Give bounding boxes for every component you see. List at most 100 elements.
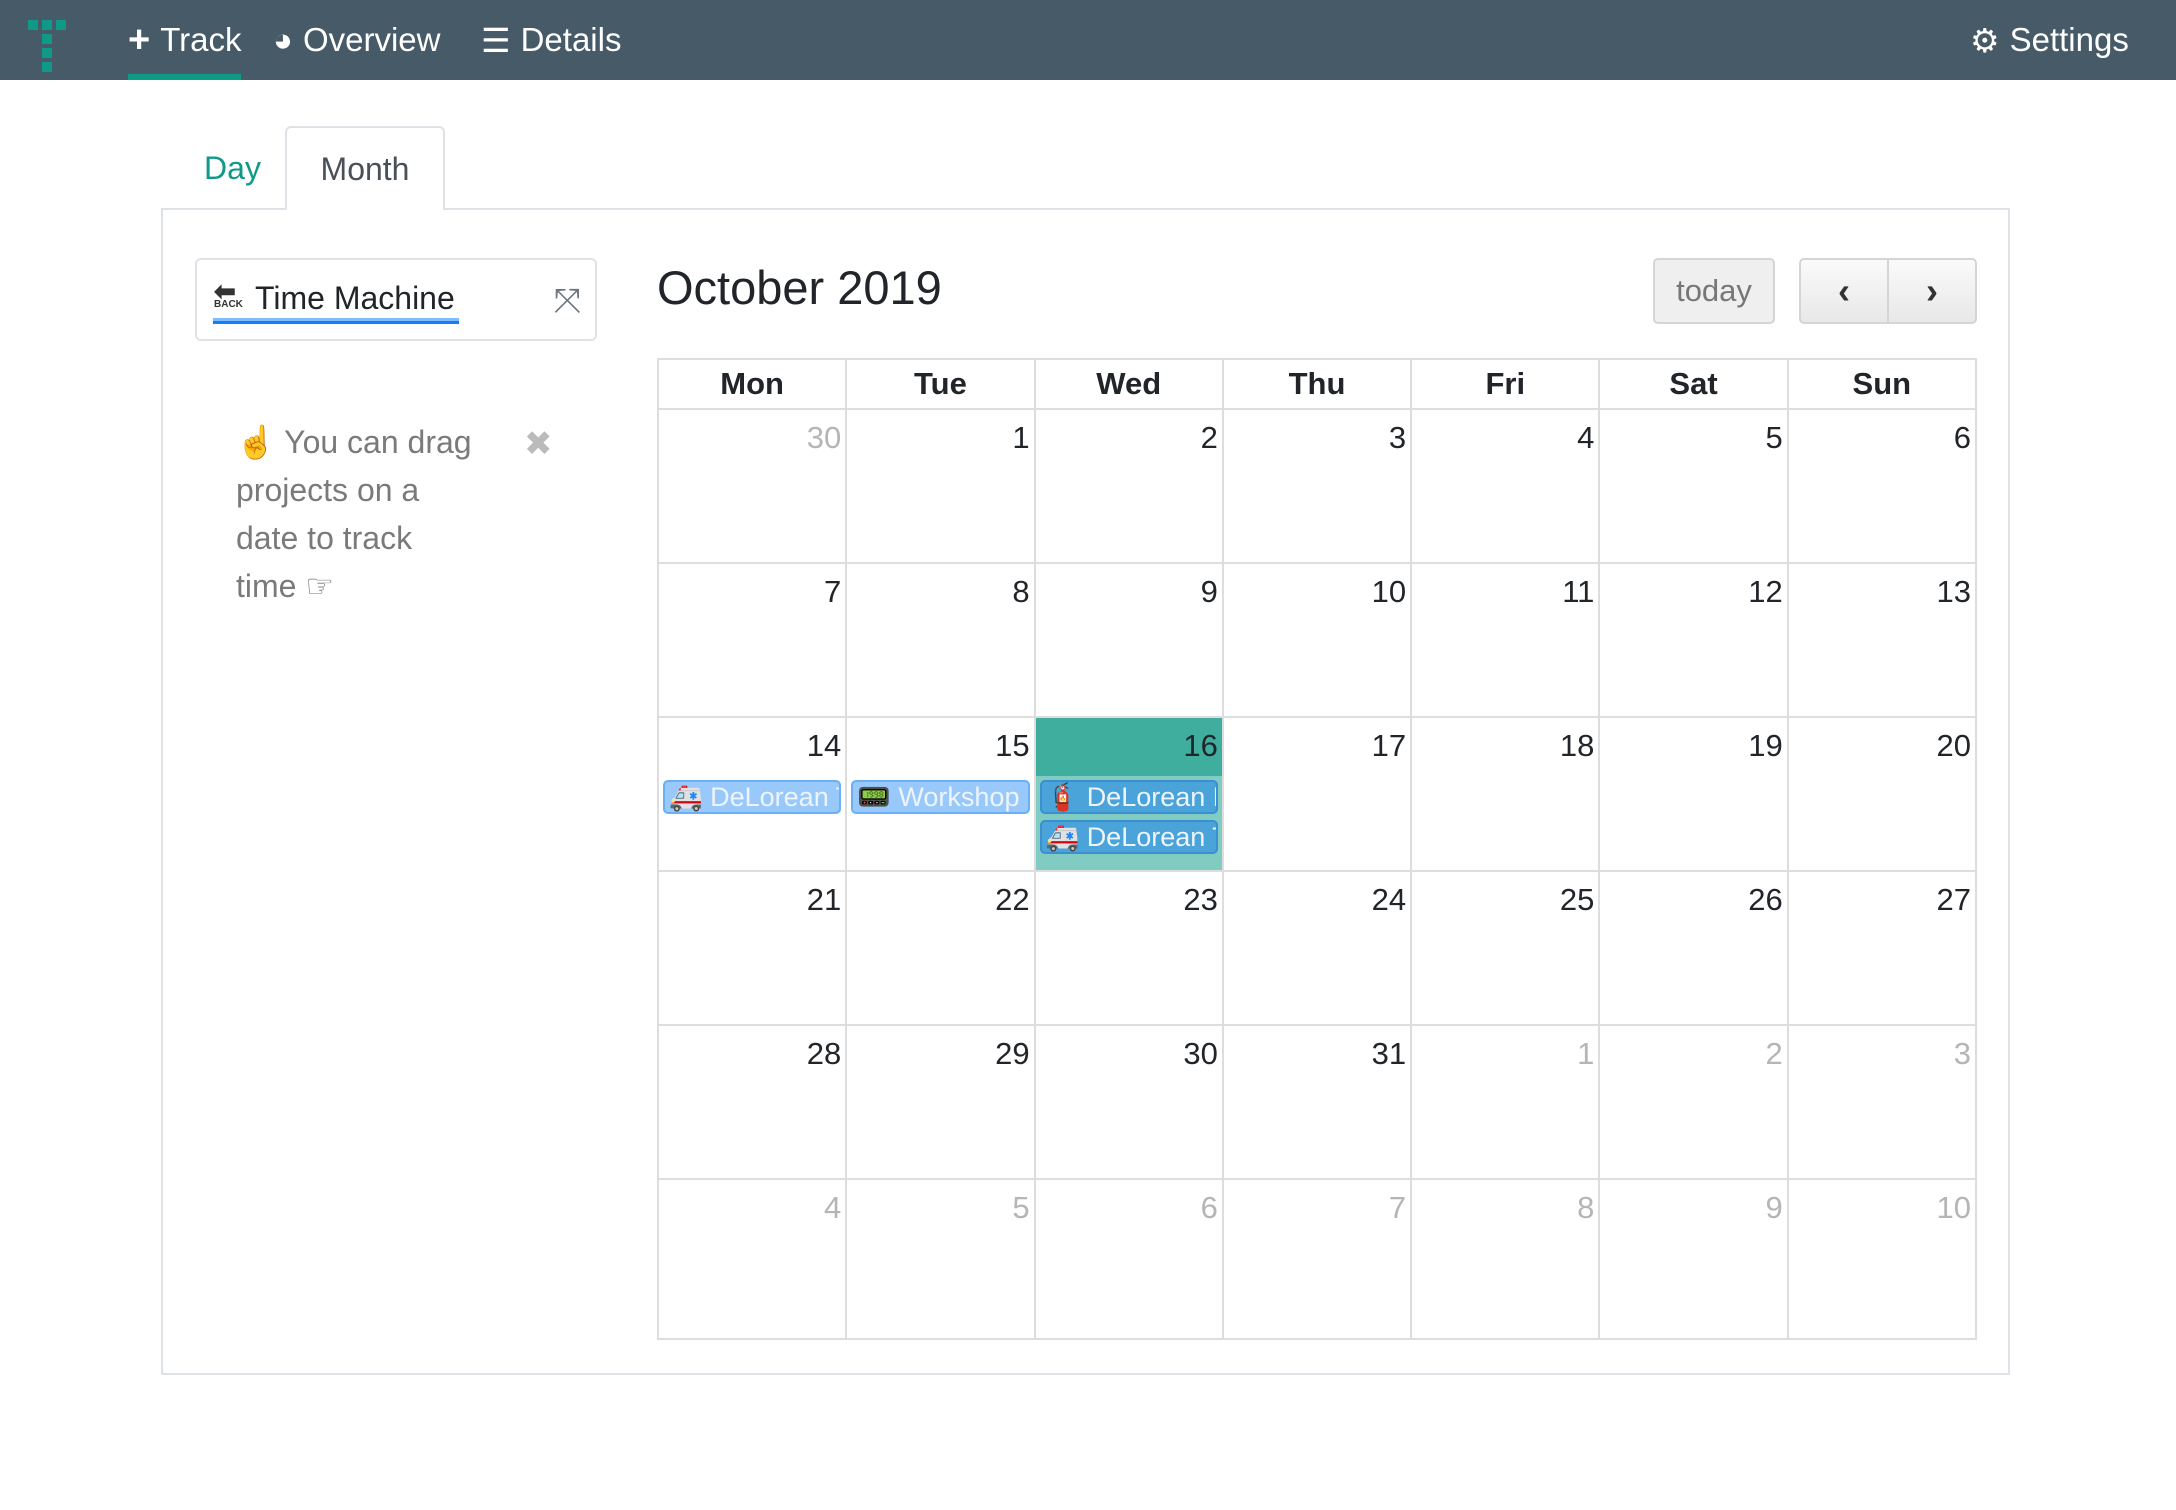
day-number: 10 [1371, 574, 1407, 609]
nav-settings[interactable]: ⚙ Settings [1970, 0, 2129, 80]
chevron-left-icon: ‹ [1838, 270, 1850, 311]
day-number: 30 [806, 420, 842, 455]
day-cell-today[interactable]: 16 🧯 DeLorean M 🚑 DeLorean T [1033, 718, 1222, 870]
day-cell[interactable]: 30 [659, 410, 845, 562]
weekday-sat: Sat [1598, 360, 1786, 408]
tab-day[interactable]: Day [180, 126, 285, 210]
day-cell[interactable]: 15 📟 Workshop 1 [845, 718, 1033, 870]
hand-right-icon: ☞ [305, 568, 335, 604]
week-row: 21 22 23 24 25 26 27 [659, 872, 1975, 1026]
day-number: 21 [806, 882, 842, 917]
project-selector[interactable]: ⬅ BACK Time Machine ⤧ [195, 258, 597, 341]
day-cell[interactable]: 11 [1410, 564, 1598, 716]
day-cell[interactable]: 29 [845, 1026, 1033, 1178]
day-number: 30 [1183, 1036, 1218, 1071]
weekday-sun: Sun [1786, 360, 1975, 408]
event-title: Workshop 1 [898, 782, 1030, 812]
nav-track-label: Track [160, 21, 242, 58]
back-icon[interactable]: ⬅ BACK [214, 278, 246, 310]
day-cell[interactable]: 4 [659, 1180, 845, 1340]
day-number: 26 [1748, 882, 1783, 917]
weekday-wed: Wed [1033, 360, 1222, 408]
weekday-thu: Thu [1221, 360, 1410, 408]
day-cell[interactable]: 30 [1033, 1026, 1222, 1178]
day-cell[interactable]: 20 [1786, 718, 1975, 870]
day-cell[interactable]: 25 [1410, 872, 1598, 1024]
day-cell[interactable]: 5 [845, 1180, 1033, 1340]
day-number: 2 [1200, 420, 1218, 455]
day-cell[interactable]: 8 [845, 564, 1033, 716]
nav-overview[interactable]: ◕ Overview [273, 0, 440, 80]
day-cell[interactable]: 31 [1221, 1026, 1410, 1178]
nav-details[interactable]: ☰ Details [481, 0, 621, 80]
day-number: 19 [1748, 728, 1783, 763]
day-cell[interactable]: 5 [1598, 410, 1786, 562]
nav-settings-label: Settings [2009, 21, 2129, 58]
event-chip[interactable]: 📟 Workshop 1 [851, 780, 1030, 814]
day-cell[interactable]: 12 [1598, 564, 1786, 716]
prev-month-button[interactable]: ‹ [1799, 258, 1889, 324]
day-cell[interactable]: 24 [1221, 872, 1410, 1024]
day-number: 22 [995, 882, 1030, 917]
day-cell[interactable]: 3 [1221, 410, 1410, 562]
day-cell[interactable]: 10 [1221, 564, 1410, 716]
day-cell[interactable]: 27 [1786, 872, 1975, 1024]
project-emoji-icon: 🧯 [1045, 782, 1087, 812]
day-number: 24 [1371, 882, 1407, 917]
weekday-header: Mon Tue Wed Thu Fri Sat Sun [659, 360, 1975, 410]
tab-month[interactable]: Month [285, 126, 445, 210]
day-cell[interactable]: 4 [1410, 410, 1598, 562]
day-cell[interactable]: 22 [845, 872, 1033, 1024]
week-row: 14 🚑 DeLorean T 15 📟 Workshop 1 16 🧯 DeLorean… [659, 718, 1975, 872]
day-cell[interactable]: 17 [1221, 718, 1410, 870]
day-cell[interactable]: 9 [1033, 564, 1222, 716]
app-logo[interactable] [28, 20, 84, 72]
event-title: DeLorean T [1086, 822, 1218, 852]
day-cell[interactable]: 9 [1598, 1180, 1786, 1340]
weekday-mon: Mon [720, 366, 784, 401]
event-list: 🧯 DeLorean M 🚑 DeLorean T [1039, 780, 1218, 854]
day-cell[interactable]: 1 [1410, 1026, 1598, 1178]
day-cell[interactable]: 6 [1786, 410, 1975, 562]
day-cell[interactable]: 21 [659, 872, 845, 1024]
day-cell[interactable]: 10 [1786, 1180, 1975, 1340]
event-chip[interactable]: 🚑 DeLorean T [1039, 820, 1218, 854]
event-chip[interactable]: 🚑 DeLorean T [663, 780, 842, 814]
today-button[interactable]: today [1653, 258, 1775, 324]
day-cell[interactable]: 8 [1410, 1180, 1598, 1340]
day-number: 29 [995, 1036, 1030, 1071]
expand-icon[interactable]: ⤧ [554, 282, 581, 321]
day-cell[interactable]: 2 [1598, 1026, 1786, 1178]
day-cell[interactable]: 14 🚑 DeLorean T [659, 718, 845, 870]
week-row: 7 8 9 10 11 12 13 [659, 564, 1975, 718]
day-cell[interactable]: 3 [1786, 1026, 1975, 1178]
day-cell[interactable]: 13 [1786, 564, 1975, 716]
day-number: 27 [1936, 882, 1971, 917]
day-number: 23 [1183, 882, 1218, 917]
day-cell[interactable]: 6 [1033, 1180, 1222, 1340]
day-number: 15 [995, 728, 1030, 763]
day-cell[interactable]: 26 [1598, 872, 1786, 1024]
next-month-button[interactable]: › [1887, 258, 1977, 324]
day-cell[interactable]: 7 [659, 564, 845, 716]
day-number: 1 [1012, 420, 1030, 455]
list-icon: ☰ [481, 21, 511, 59]
close-hint-icon[interactable]: ✖ [524, 424, 553, 464]
nav-track[interactable]: + Track [128, 0, 242, 80]
day-number: 1 [1577, 1036, 1595, 1071]
calendar-title: October 2019 [657, 261, 942, 314]
day-cell[interactable]: 23 [1033, 872, 1222, 1024]
day-cell[interactable]: 2 [1033, 410, 1222, 562]
day-number: 5 [1765, 420, 1783, 455]
day-cell[interactable]: 19 [1598, 718, 1786, 870]
day-number: 9 [1765, 1190, 1783, 1225]
day-number: 2 [1765, 1036, 1783, 1071]
event-chip[interactable]: 🧯 DeLorean M [1039, 780, 1218, 814]
day-cell[interactable]: 18 [1410, 718, 1598, 870]
day-cell[interactable]: 7 [1221, 1180, 1410, 1340]
day-cell[interactable]: 28 [659, 1026, 845, 1178]
weekday-fri: Fri [1410, 360, 1598, 408]
day-cell[interactable]: 1 [845, 410, 1033, 562]
nav-details-label: Details [520, 21, 622, 58]
day-number: 8 [1012, 574, 1030, 609]
